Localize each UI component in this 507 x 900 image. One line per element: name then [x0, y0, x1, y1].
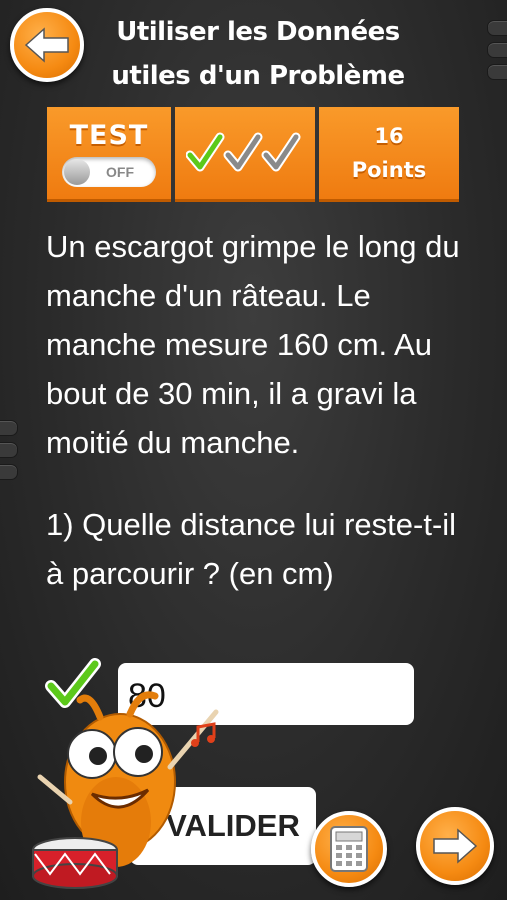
status-bar: TEST OFF 16 Points — [47, 107, 459, 202]
problem-statement: Un escargot grimpe le long du manche d'u… — [46, 229, 460, 460]
side-tabs-left — [0, 420, 18, 486]
mascot-drummer — [32, 691, 219, 889]
test-label: TEST — [69, 119, 149, 151]
points-value: 16 — [374, 124, 404, 148]
test-panel: TEST OFF — [47, 107, 171, 202]
calculator-button[interactable] — [311, 811, 387, 887]
page-title: Utiliser les Données utiles d'un Problèm… — [98, 10, 418, 98]
checks-panel — [175, 107, 315, 202]
points-panel: 16 Points — [319, 107, 459, 202]
next-button[interactable] — [416, 807, 494, 885]
back-button[interactable] — [10, 8, 84, 82]
title-line-1: Utiliser les Données — [116, 17, 400, 47]
points-label: Points — [351, 158, 427, 182]
next-arrow-icon — [433, 828, 478, 864]
toggle-state-label: OFF — [106, 163, 134, 180]
side-tabs-right — [487, 20, 507, 86]
question-text: 1) Quelle distance lui reste-t-il à parc… — [46, 507, 457, 591]
progress-checks-icon — [186, 132, 301, 172]
back-arrow-icon — [24, 27, 69, 63]
title-line-2: utiles d'un Problème — [111, 61, 405, 91]
calculator-icon — [330, 826, 368, 872]
test-mode-toggle[interactable]: OFF — [62, 156, 156, 187]
toggle-knob — [64, 158, 90, 185]
